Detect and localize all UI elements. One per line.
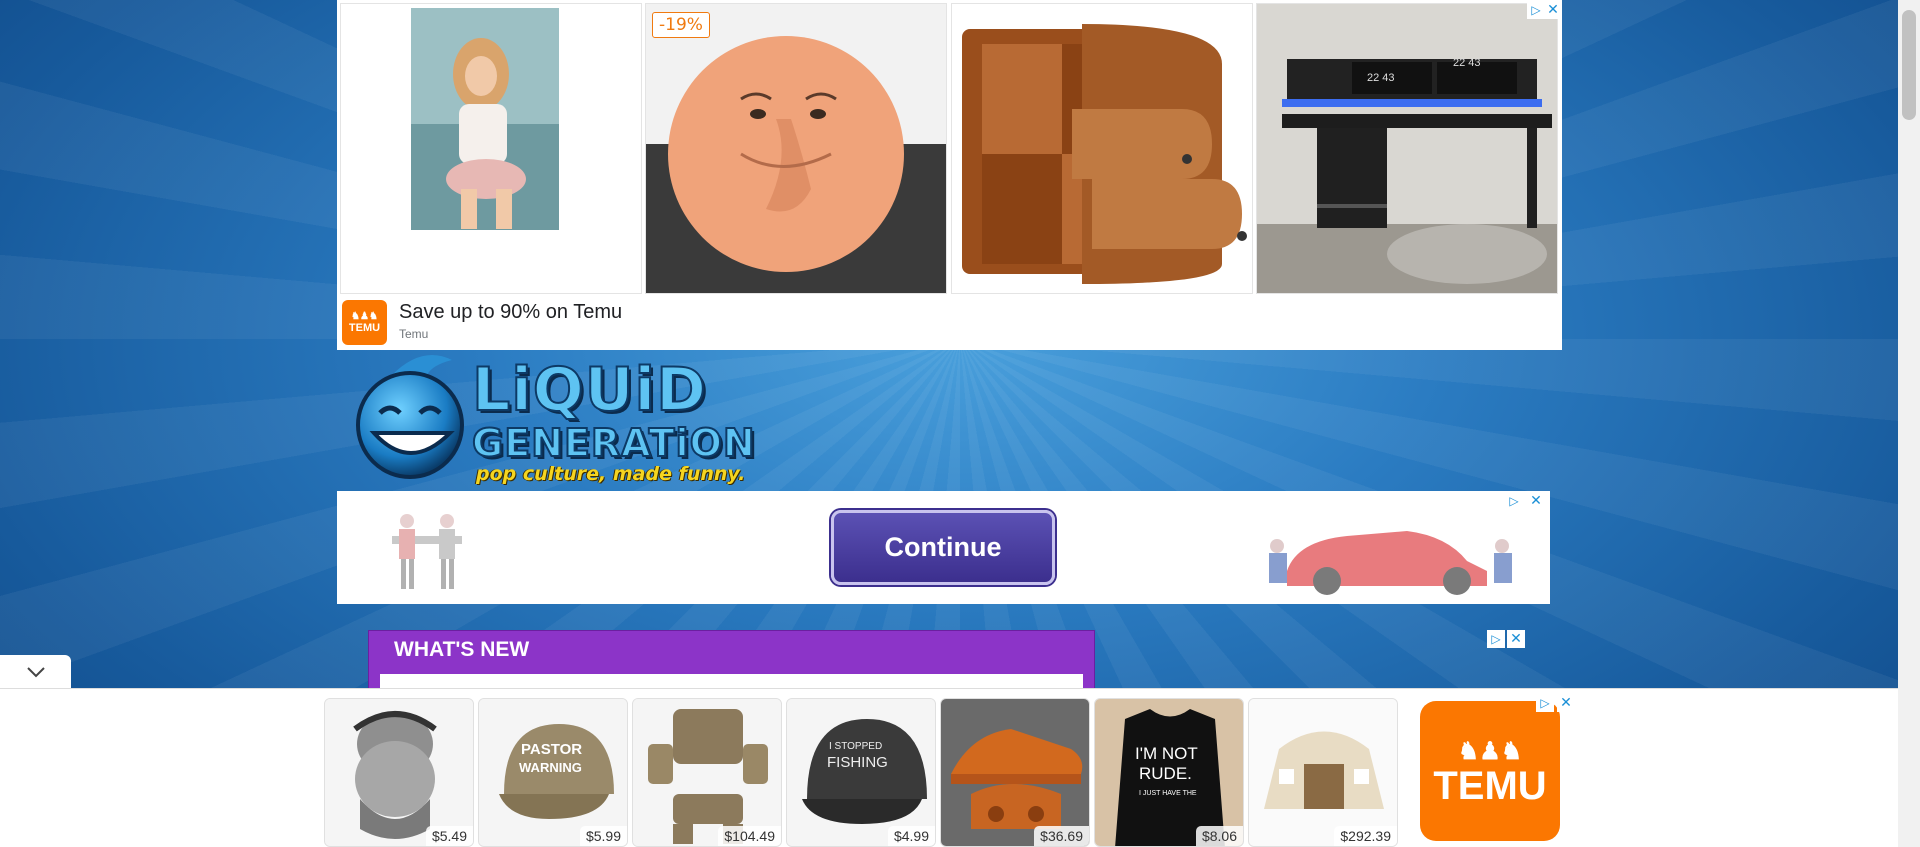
close-ad-icon[interactable]: ✕ <box>1544 1 1562 19</box>
svg-text:FISHING: FISHING <box>827 754 888 771</box>
product-price: $8.06 <box>1195 826 1243 846</box>
product-price: $5.99 <box>579 826 627 846</box>
ad-advertiser[interactable]: Temu <box>399 327 428 341</box>
close-ad-icon[interactable]: ✕ <box>1507 630 1525 648</box>
ad-image-wooden-cabinet[interactable] <box>951 3 1253 294</box>
product-fishing-cap[interactable]: I STOPPED FISHING $4.99 <box>786 698 936 847</box>
svg-text:I'M NOT: I'M NOT <box>1135 744 1198 763</box>
ad-image-squishy-face[interactable]: -19% <box>645 3 947 294</box>
product-tactical-armor-vest[interactable]: $104.49 <box>632 698 782 847</box>
temu-logo-text: TEMU <box>1433 763 1547 808</box>
product-camping-tent[interactable]: $292.39 <box>1248 698 1398 847</box>
bottom-sticky-ad[interactable]: $5.49 PASTOR WARNING $5.99 $104.49 I STO <box>0 688 1898 847</box>
discount-badge: -19% <box>652 12 710 38</box>
chevron-down-icon <box>26 666 45 677</box>
logo-word-generation: GENERATiON <box>471 420 756 466</box>
product-price: $4.99 <box>887 826 935 846</box>
product-image: I STOPPED FISHING <box>787 699 935 846</box>
product-cat-mask-scarf[interactable]: $5.49 <box>324 698 474 847</box>
scrollbar-thumb[interactable] <box>1902 10 1916 120</box>
adchoices-icon[interactable]: ▷ <box>1527 1 1545 19</box>
page-scrollbar[interactable] <box>1898 0 1920 847</box>
adchoices-icon[interactable]: ▷ <box>1536 694 1554 712</box>
middle-display-ad[interactable]: Continue ▷ ✕ <box>337 491 1550 604</box>
temu-logo-text: TEMU <box>348 321 381 334</box>
product-image <box>1249 699 1397 846</box>
svg-text:PASTOR: PASTOR <box>521 741 582 758</box>
whats-new-title: WHAT'S NEW <box>394 638 530 661</box>
close-ad-icon[interactable]: ✕ <box>1557 694 1575 712</box>
top-display-ad[interactable]: -19% 22 43 22 43 ▷ ✕ ♞♟♞ TEMU Save up to… <box>337 0 1562 350</box>
product-price: $104.49 <box>718 826 781 846</box>
svg-text:I STOPPED: I STOPPED <box>829 741 882 752</box>
product-image: I'M NOT RUDE. I JUST HAVE THE <box>1095 699 1243 846</box>
product-pastor-warning-cap[interactable]: PASTOR WARNING $5.99 <box>478 698 628 847</box>
mascot-face-icon <box>356 355 464 479</box>
close-ad-icon[interactable]: ✕ <box>1527 492 1545 510</box>
continue-button[interactable]: Continue <box>831 510 1055 585</box>
svg-text:WARNING: WARNING <box>519 760 582 775</box>
ad-image-woman-chair[interactable] <box>340 3 642 294</box>
adchoices-icon[interactable]: ▷ <box>1505 492 1523 510</box>
adchoices-icon[interactable]: ▷ <box>1487 630 1505 648</box>
product-image <box>325 699 473 846</box>
ad-image-red-car <box>1269 531 1512 595</box>
temu-logo[interactable]: ♞♟♞ TEMU <box>342 300 387 345</box>
product-price: $292.39 <box>1334 826 1397 846</box>
product-price: $36.69 <box>1034 826 1089 846</box>
product-orange-sneakers[interactable]: $36.69 <box>940 698 1090 847</box>
logo-word-liquid: LiQUiD <box>471 354 707 426</box>
site-logo[interactable]: LiQUiD GENERATiON pop culture, made funn… <box>352 354 756 490</box>
temu-mascot-icon: ♞♟♞ <box>1457 737 1523 765</box>
product-im-not-rude-tshirt[interactable]: I'M NOT RUDE. I JUST HAVE THE $8.06 <box>1094 698 1244 847</box>
temu-logo[interactable]: ♞♟♞ TEMU <box>1420 701 1560 841</box>
collapse-sticky-ad-button[interactable] <box>0 655 71 688</box>
product-price: $5.49 <box>425 826 473 846</box>
ad-image-gaming-desk[interactable]: 22 43 22 43 <box>1256 3 1558 294</box>
product-image <box>633 699 781 846</box>
svg-text:I JUST HAVE THE: I JUST HAVE THE <box>1139 790 1197 797</box>
ad-image-people-table <box>392 514 462 589</box>
svg-text:RUDE.: RUDE. <box>1139 764 1192 783</box>
whats-new-section: WHAT'S NEW <box>368 630 1095 694</box>
logo-tagline: pop culture, made funny. <box>476 463 746 485</box>
product-image <box>941 699 1089 846</box>
temu-mascot-icon: ♞♟♞ <box>351 310 378 322</box>
svg-text:22 43: 22 43 <box>1367 72 1395 84</box>
ad-headline[interactable]: Save up to 90% on Temu <box>399 301 622 324</box>
svg-text:22 43: 22 43 <box>1453 57 1481 69</box>
product-image: PASTOR WARNING <box>479 699 627 846</box>
